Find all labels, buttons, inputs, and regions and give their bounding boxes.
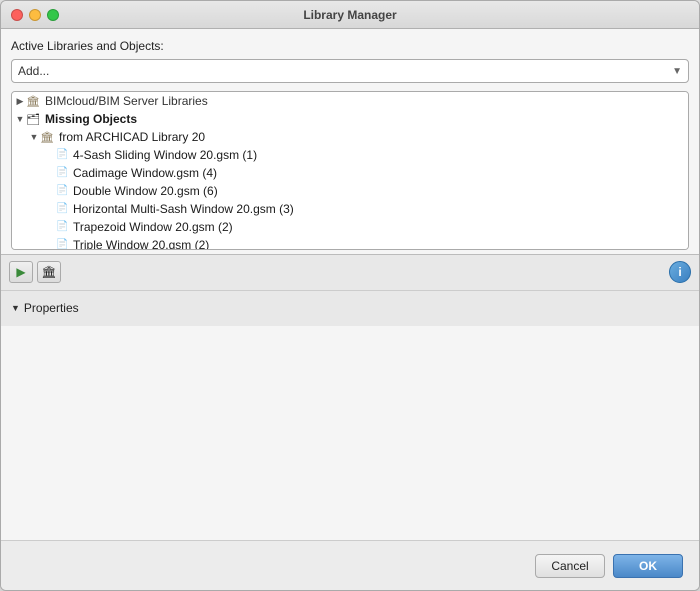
- list-item[interactable]: 📄 Triple Window 20.gsm (2): [12, 236, 688, 250]
- item-label: Triple Window 20.gsm (2): [73, 238, 209, 250]
- info-button[interactable]: i: [669, 261, 691, 283]
- close-button[interactable]: [11, 9, 23, 21]
- list-item[interactable]: 📄 Double Window 20.gsm (6): [12, 182, 688, 200]
- tree-container[interactable]: ▶ 🏛 BIMcloud/BIM Server Libraries ▼ 🗂 Mi…: [11, 91, 689, 250]
- missing-expand-icon: ▼: [14, 113, 26, 125]
- toolbar-left: ▶ 🏛: [9, 261, 61, 283]
- bimserver-label: BIMcloud/BIM Server Libraries: [45, 94, 208, 108]
- properties-bar: ▼ Properties: [1, 290, 699, 326]
- spacer-icon: [44, 149, 56, 161]
- spacer-icon: [44, 185, 56, 197]
- properties-content: [1, 326, 699, 541]
- main-content: Active Libraries and Objects: Add... ▼ ▶…: [1, 29, 699, 254]
- expand-icon: ▶: [14, 95, 26, 107]
- list-item[interactable]: 📄 Trapezoid Window 20.gsm (2): [12, 218, 688, 236]
- library-button[interactable]: 🏛: [37, 261, 61, 283]
- archicad-lib-icon: 🏛: [40, 131, 56, 143]
- maximize-button[interactable]: [47, 9, 59, 21]
- item-label: Double Window 20.gsm (6): [73, 184, 218, 198]
- add-dropdown-text: Add...: [18, 64, 49, 78]
- properties-chevron-icon: ▼: [11, 303, 20, 313]
- library-icon: 🏛: [26, 95, 42, 107]
- gsm-icon: 📄: [56, 167, 70, 179]
- info-icon: i: [678, 265, 681, 279]
- add-dropdown[interactable]: Add... ▼: [11, 59, 689, 83]
- spacer-icon: [44, 167, 56, 179]
- list-item[interactable]: 📄 Horizontal Multi-Sash Window 20.gsm (3…: [12, 200, 688, 218]
- titlebar: Library Manager: [1, 1, 699, 29]
- spacer-icon: [44, 239, 56, 250]
- footer-bar: Cancel OK: [1, 540, 699, 590]
- missing-folder-icon: 🗂: [26, 113, 42, 125]
- add-bar: Add... ▼: [11, 59, 689, 83]
- gsm-icon: 📄: [56, 185, 70, 197]
- missing-objects-item[interactable]: ▼ 🗂 Missing Objects: [12, 110, 688, 128]
- properties-label: Properties: [24, 301, 79, 315]
- spacer-icon: [44, 221, 56, 233]
- gsm-icon: 📄: [56, 149, 70, 161]
- play-button[interactable]: ▶: [9, 261, 33, 283]
- titlebar-buttons: [11, 9, 59, 21]
- window-title: Library Manager: [303, 8, 396, 22]
- archicad-lib-item[interactable]: ▼ 🏛 from ARCHICAD Library 20: [12, 128, 688, 146]
- archicad-expand-icon: ▼: [28, 131, 40, 143]
- section-label: Active Libraries and Objects:: [11, 39, 689, 53]
- bimserver-item[interactable]: ▶ 🏛 BIMcloud/BIM Server Libraries: [12, 92, 688, 110]
- item-label: Cadimage Window.gsm (4): [73, 166, 217, 180]
- spacer-icon: [44, 203, 56, 215]
- gsm-icon: 📄: [56, 221, 70, 233]
- play-icon: ▶: [16, 265, 25, 279]
- item-label: Horizontal Multi-Sash Window 20.gsm (3): [73, 202, 294, 216]
- library-icon: 🏛: [41, 265, 56, 279]
- gsm-icon: 📄: [56, 203, 70, 215]
- cancel-button[interactable]: Cancel: [535, 554, 605, 578]
- dropdown-arrow-icon: ▼: [672, 66, 682, 77]
- list-item[interactable]: 📄 4-Sash Sliding Window 20.gsm (1): [12, 146, 688, 164]
- ok-button[interactable]: OK: [613, 554, 683, 578]
- minimize-button[interactable]: [29, 9, 41, 21]
- missing-objects-label: Missing Objects: [45, 112, 137, 126]
- library-manager-window: Library Manager Active Libraries and Obj…: [0, 0, 700, 591]
- gsm-icon: 📄: [56, 239, 70, 250]
- list-item[interactable]: 📄 Cadimage Window.gsm (4): [12, 164, 688, 182]
- item-label: 4-Sash Sliding Window 20.gsm (1): [73, 148, 257, 162]
- properties-toggle[interactable]: ▼ Properties: [11, 301, 79, 315]
- archicad-lib-label: from ARCHICAD Library 20: [59, 130, 205, 144]
- bottom-toolbar: ▶ 🏛 i: [1, 254, 699, 290]
- item-label: Trapezoid Window 20.gsm (2): [73, 220, 233, 234]
